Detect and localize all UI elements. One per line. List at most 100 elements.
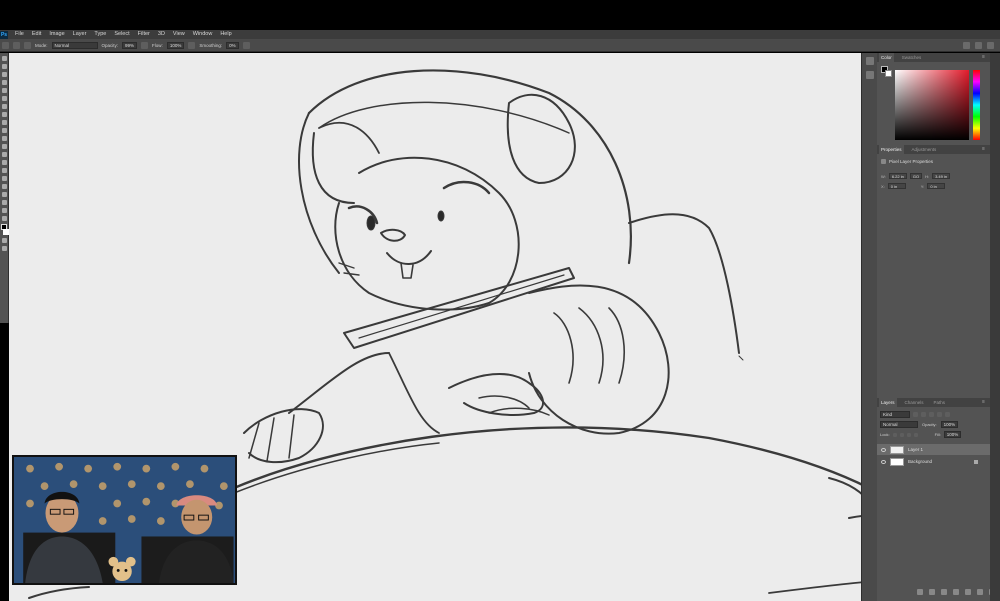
- menu-edit[interactable]: Edit: [28, 30, 45, 39]
- suit-stroke: [608, 307, 625, 384]
- tab-color[interactable]: Color: [879, 53, 894, 62]
- crop-tool-icon[interactable]: [1, 88, 7, 93]
- lock-pixels-icon[interactable]: [899, 432, 904, 437]
- filter-pixel-icon[interactable]: [913, 412, 918, 417]
- filter-shape-icon[interactable]: [937, 412, 942, 417]
- smoothing-field[interactable]: 0%: [226, 41, 239, 49]
- menu-3d[interactable]: 3D: [154, 30, 169, 39]
- quick-mask-icon[interactable]: [1, 238, 7, 243]
- x-field[interactable]: 0 in: [887, 183, 906, 189]
- menu-image[interactable]: Image: [45, 30, 68, 39]
- search-icon[interactable]: [963, 41, 970, 49]
- filter-adjustment-icon[interactable]: [921, 412, 926, 417]
- panel-menu-icon[interactable]: ≡: [982, 147, 987, 152]
- y-field[interactable]: 0 in: [927, 183, 946, 189]
- path-select-tool-icon[interactable]: [1, 184, 7, 189]
- panel-menu-icon[interactable]: ≡: [982, 400, 987, 405]
- opacity-field[interactable]: 99%: [122, 41, 138, 49]
- height-field[interactable]: 3.49 in: [932, 173, 951, 179]
- history-panel-icon[interactable]: [865, 57, 874, 65]
- tools-panel: [0, 53, 9, 323]
- menu-type[interactable]: Type: [90, 30, 110, 39]
- dodge-tool-icon[interactable]: [1, 160, 7, 165]
- more-tools-icon[interactable]: [1, 216, 7, 221]
- menu-filter[interactable]: Filter: [134, 30, 154, 39]
- brush-panel-icon[interactable]: [24, 41, 31, 49]
- tab-layers[interactable]: Layers: [879, 398, 897, 407]
- eraser-tool-icon[interactable]: [1, 136, 7, 141]
- brush-settings-panel-icon[interactable]: [865, 71, 874, 79]
- brush-tool-icon[interactable]: [2, 41, 9, 49]
- flow-field[interactable]: 100%: [166, 41, 185, 49]
- layer-mask-icon[interactable]: [941, 589, 947, 595]
- width-field[interactable]: 6.22 in: [888, 173, 907, 179]
- airbrush-icon[interactable]: [188, 41, 196, 49]
- layer-name[interactable]: Layer 1: [908, 447, 923, 452]
- brush-tool-icon[interactable]: [1, 112, 7, 117]
- layer-kind-filter[interactable]: Kind: [880, 411, 910, 418]
- brush-cursor: [738, 355, 744, 361]
- layer-row[interactable]: Background: [877, 456, 990, 467]
- fill-field[interactable]: 100%: [943, 431, 962, 438]
- blend-mode-select[interactable]: Normal: [880, 421, 918, 428]
- blur-tool-icon[interactable]: [1, 152, 7, 157]
- tab-channels[interactable]: Channels: [903, 398, 926, 407]
- hand-tool-icon[interactable]: [1, 200, 7, 205]
- menu-layer[interactable]: Layer: [69, 30, 91, 39]
- menu-select[interactable]: Select: [110, 30, 133, 39]
- menu-help[interactable]: Help: [216, 30, 235, 39]
- hand-stroke: [478, 395, 530, 409]
- filter-type-icon[interactable]: [929, 412, 934, 417]
- link-button[interactable]: GO: [909, 173, 923, 179]
- layer-style-icon[interactable]: [929, 589, 935, 595]
- menu-window[interactable]: Window: [189, 30, 217, 39]
- healing-tool-icon[interactable]: [1, 104, 7, 109]
- layer-name[interactable]: Background: [908, 459, 932, 464]
- marquee-tool-icon[interactable]: [1, 64, 7, 69]
- tab-swatches[interactable]: Swatches: [900, 53, 924, 62]
- visibility-eye-icon[interactable]: [881, 447, 886, 452]
- zoom-tool-icon[interactable]: [1, 208, 7, 213]
- pressure-opacity-icon[interactable]: [141, 41, 149, 49]
- layer-opacity-field[interactable]: 100%: [940, 421, 959, 428]
- workspace-icon[interactable]: [975, 41, 982, 49]
- visibility-eye-icon[interactable]: [881, 459, 886, 464]
- share-icon[interactable]: [987, 41, 994, 49]
- lock-transparent-icon[interactable]: [892, 432, 897, 437]
- brush-preset-icon[interactable]: [13, 41, 20, 49]
- menu-file[interactable]: File: [11, 30, 28, 39]
- horizon-stroke: [232, 426, 871, 490]
- ear-stroke: [506, 93, 576, 184]
- lock-position-icon[interactable]: [906, 432, 911, 437]
- teeth-stroke: [400, 262, 414, 279]
- mode-select[interactable]: Normal: [51, 41, 98, 49]
- shape-tool-icon[interactable]: [1, 192, 7, 197]
- new-layer-icon[interactable]: [977, 589, 983, 595]
- menu-view[interactable]: View: [169, 30, 189, 39]
- tab-paths[interactable]: Paths: [932, 398, 948, 407]
- layer-row[interactable]: Layer 1: [877, 444, 990, 455]
- background-color-chip[interactable]: [885, 70, 892, 77]
- lasso-tool-icon[interactable]: [1, 72, 7, 77]
- gradient-tool-icon[interactable]: [1, 144, 7, 149]
- type-tool-icon[interactable]: [1, 176, 7, 181]
- screen-mode-icon[interactable]: [1, 246, 7, 251]
- tab-adjustments[interactable]: Adjustments: [910, 145, 939, 154]
- filter-smart-object-icon[interactable]: [945, 412, 950, 417]
- eyedropper-tool-icon[interactable]: [1, 96, 7, 101]
- lock-all-icon[interactable]: [913, 432, 918, 437]
- group-icon[interactable]: [965, 589, 971, 595]
- link-layers-icon[interactable]: [917, 589, 923, 595]
- adjustment-layer-icon[interactable]: [953, 589, 959, 595]
- smoothing-settings-gear-icon[interactable]: [242, 41, 250, 49]
- clone-stamp-tool-icon[interactable]: [1, 120, 7, 125]
- tab-properties[interactable]: Properties: [879, 145, 904, 154]
- quick-select-tool-icon[interactable]: [1, 80, 7, 85]
- hue-slider[interactable]: [973, 70, 980, 140]
- history-brush-tool-icon[interactable]: [1, 128, 7, 133]
- pen-tool-icon[interactable]: [1, 168, 7, 173]
- move-tool-icon[interactable]: [1, 56, 7, 61]
- color-picker-field[interactable]: [895, 70, 969, 140]
- suit-stroke: [528, 284, 670, 435]
- panel-menu-icon[interactable]: ≡: [982, 55, 987, 60]
